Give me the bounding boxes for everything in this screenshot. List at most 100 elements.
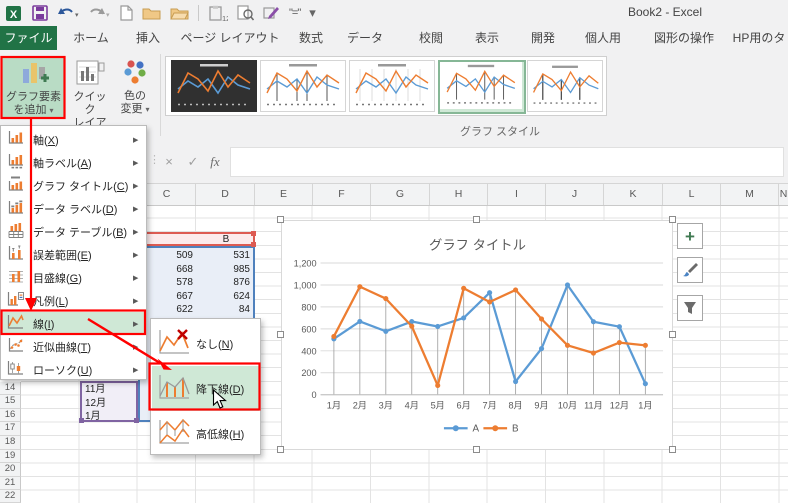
cell-b16[interactable]: 1月 <box>85 410 137 423</box>
menu-item-lines[interactable]: 線(I) ▶ <box>2 312 145 335</box>
cell-d4[interactable]: 531 <box>197 249 253 262</box>
cell-d7[interactable]: 624 <box>197 290 253 303</box>
change-colors-button[interactable]: 色の 変更 ▾ <box>113 57 157 118</box>
cell-c6[interactable]: 578 <box>140 276 196 289</box>
chart-selection-handle[interactable] <box>277 331 284 338</box>
tab-review[interactable]: 校閲 <box>408 26 454 50</box>
chart-style-thumb-5[interactable] <box>527 60 603 112</box>
open-folder-alt-icon[interactable] <box>170 4 189 22</box>
range-handle[interactable] <box>79 418 84 423</box>
tab-hp[interactable]: HP用のタブ <box>730 26 788 50</box>
menu-item-updown-bars[interactable]: ローソク(U) ▶ <box>2 358 145 381</box>
column-header-h[interactable]: H <box>430 184 488 205</box>
print-preview-icon[interactable] <box>237 4 254 22</box>
formula-input[interactable] <box>230 147 784 177</box>
cancel-icon[interactable]: × <box>158 149 180 175</box>
quick-layout-button[interactable]: クイック レイアウト ▾ <box>69 57 111 118</box>
row-header-18[interactable]: 18 <box>0 436 21 450</box>
row-header-16[interactable]: 16 <box>0 409 21 423</box>
chart-style-thumb-3[interactable] <box>349 60 435 112</box>
chart-style-thumb-2[interactable] <box>260 60 346 112</box>
column-header-l[interactable]: L <box>663 184 721 205</box>
edit-purple-icon[interactable] <box>263 4 280 22</box>
column-header-m[interactable]: M <box>721 184 779 205</box>
column-header-e[interactable]: E <box>255 184 313 205</box>
new-document-icon[interactable] <box>119 4 133 22</box>
range-handle[interactable] <box>251 242 256 247</box>
menu-item-data-labels[interactable]: データ ラベル(D) ▶ <box>2 197 145 220</box>
menu-item-gridlines[interactable]: 目盛線(G) ▶ <box>2 266 145 289</box>
chart-style-thumb-1[interactable] <box>171 60 257 112</box>
menu-item-error-bars[interactable]: 誤差範囲(E) ▶ <box>2 243 145 266</box>
menu-item-axes[interactable]: 軸(X) ▶ <box>2 128 145 151</box>
column-header-d[interactable]: D <box>196 184 255 205</box>
series-name-range[interactable]: B <box>138 232 255 246</box>
category-range[interactable]: 11月 12月 1月 <box>80 381 138 422</box>
excel-logo-icon[interactable]: X <box>6 4 23 22</box>
submenu-item-high-low-lines[interactable]: 高低線(H) <box>152 411 259 456</box>
submenu-item-none[interactable]: なし(N) <box>152 321 259 366</box>
column-header-n[interactable]: N <box>779 184 788 205</box>
tab-insert[interactable]: 挿入 <box>124 26 172 50</box>
chart-selection-handle[interactable] <box>277 446 284 453</box>
column-header-i[interactable]: I <box>488 184 546 205</box>
menu-item-chart-title[interactable]: グラフ タイトル(C) ▶ <box>2 174 145 197</box>
menu-item-axis-titles[interactable]: 軸ラベル(A) ▶ <box>2 151 145 174</box>
range-handle[interactable] <box>251 231 256 236</box>
menu-item-trendline[interactable]: 近似曲線(T) ▶ <box>2 335 145 358</box>
tab-file[interactable]: ファイル <box>0 26 57 50</box>
row-header-14[interactable]: 14 <box>0 382 21 396</box>
chart-selection-handle[interactable] <box>669 216 676 223</box>
cell-b15[interactable]: 12月 <box>85 397 137 410</box>
undo-icon[interactable]: ▾ <box>57 4 79 22</box>
equals-formula-icon[interactable]: "=" <box>289 4 300 22</box>
tab-home[interactable]: ホーム <box>66 26 116 50</box>
cell-c5[interactable]: 668 <box>140 263 196 276</box>
column-header-j[interactable]: J <box>546 184 604 205</box>
paste-special-icon[interactable]: 12 <box>208 4 228 22</box>
chart-filter-funnel-button[interactable] <box>677 295 703 321</box>
column-header-f[interactable]: F <box>313 184 371 205</box>
chart-selection-handle[interactable] <box>669 331 676 338</box>
enter-icon[interactable]: ✓ <box>182 149 204 175</box>
qat-customize-icon[interactable]: ▾ <box>309 4 316 22</box>
row-header-20[interactable]: 20 <box>0 463 21 477</box>
chart-selection-handle[interactable] <box>473 446 480 453</box>
chart-area[interactable]: 02004006008001,0001,2001月2月3月4月5月6月7月8月9… <box>281 220 673 450</box>
add-chart-element-button[interactable]: グラフ要素 を追加 ▾ <box>2 57 65 118</box>
row-header-15[interactable]: 15 <box>0 395 21 409</box>
chart-elements-plus-button[interactable]: + <box>677 223 703 249</box>
redo-icon[interactable]: ▾ <box>88 4 110 22</box>
tab-view[interactable]: 表示 <box>466 26 508 50</box>
column-header-g[interactable]: G <box>371 184 430 205</box>
row-header-22[interactable]: 22 <box>0 490 21 503</box>
cell-d6[interactable]: 876 <box>197 276 253 289</box>
save-icon[interactable] <box>32 4 48 22</box>
menu-item-legend[interactable]: 凡例(L) ▶ <box>2 289 145 312</box>
tab-personal[interactable]: 個人用 <box>576 26 630 50</box>
tab-data[interactable]: データ <box>340 26 390 50</box>
row-header-17[interactable]: 17 <box>0 422 21 436</box>
chart-style-thumb-4-selected[interactable] <box>438 60 526 114</box>
series-header-cell[interactable]: B <box>198 233 254 246</box>
chart-selection-handle[interactable] <box>277 216 284 223</box>
submenu-item-drop-lines[interactable]: 降下線(D) <box>152 366 259 411</box>
range-handle[interactable] <box>134 418 139 423</box>
tab-page-layout[interactable]: ページ レイアウト <box>178 26 282 50</box>
cell-c7[interactable]: 667 <box>140 290 196 303</box>
chart-selection-handle[interactable] <box>669 446 676 453</box>
menu-item-data-table[interactable]: データ テーブル(B) ▶ <box>2 220 145 243</box>
chart-style-brush-button[interactable] <box>677 257 703 283</box>
tab-developer[interactable]: 開発 <box>522 26 564 50</box>
cell-d5[interactable]: 985 <box>197 263 253 276</box>
tab-shape-operations[interactable]: 図形の操作 <box>644 26 724 50</box>
cell-c8[interactable]: 622 <box>140 303 196 316</box>
cell-b14[interactable]: 11月 <box>85 383 137 396</box>
cell-c4[interactable]: 509 <box>140 249 196 262</box>
row-header-21[interactable]: 21 <box>0 477 21 491</box>
open-folder-icon[interactable] <box>142 4 161 22</box>
tab-formulas[interactable]: 数式 <box>288 26 334 50</box>
row-header-19[interactable]: 19 <box>0 450 21 464</box>
insert-function-icon[interactable]: fx <box>204 149 226 175</box>
column-header-k[interactable]: K <box>604 184 663 205</box>
